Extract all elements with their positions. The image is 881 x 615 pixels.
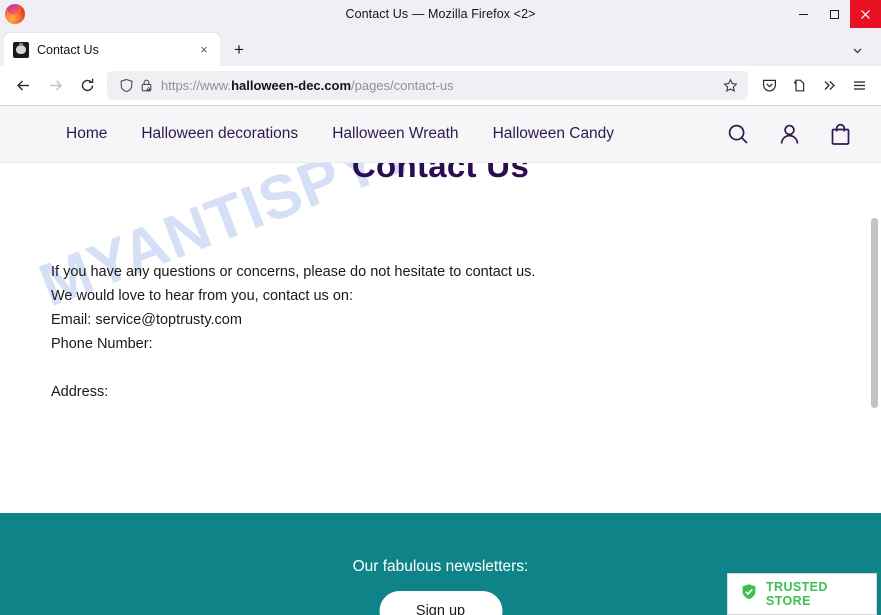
site-navigation-bar: Home Halloween decorations Halloween Wre…: [0, 106, 881, 163]
new-tab-button[interactable]: +: [224, 34, 254, 64]
firefox-logo-icon: [5, 4, 25, 24]
contact-email-line: Email: service@toptrusty.com: [51, 312, 242, 328]
overflow-double-chevron-right-icon[interactable]: [814, 71, 844, 101]
site-nav-links: Home Halloween decorations Halloween Wre…: [66, 125, 614, 143]
extensions-icon[interactable]: [784, 71, 814, 101]
contact-address-line: Address:: [51, 384, 109, 400]
green-shield-check-icon: [740, 583, 758, 606]
back-arrow-icon[interactable]: [7, 71, 39, 101]
browser-toolbar: https://www.halloween-dec.com/pages/cont…: [0, 66, 881, 106]
contact-phone-line: Phone Number:: [51, 336, 153, 352]
url-bar[interactable]: https://www.halloween-dec.com/pages/cont…: [107, 71, 748, 100]
site-nav-item-home[interactable]: Home: [66, 125, 107, 143]
url-scheme: https://www.: [161, 78, 232, 93]
site-nav-item-halloween-candy[interactable]: Halloween Candy: [493, 125, 615, 143]
page-scrollbar[interactable]: [867, 163, 881, 615]
site-nav-icons: [726, 122, 853, 147]
contact-details: If you have any questions or concerns, p…: [51, 260, 535, 404]
trusted-store-label: TRUSTED STORE: [766, 580, 828, 608]
search-icon[interactable]: [726, 122, 751, 147]
site-nav-item-halloween-wreath[interactable]: Halloween Wreath: [332, 125, 458, 143]
page-content: MYANTISPYWARE.COM Contact Us If you have…: [0, 163, 881, 615]
hamburger-menu-icon[interactable]: [844, 71, 874, 101]
firefox-window: Contact Us — Mozilla Firefox <2> Contact…: [0, 0, 881, 615]
contact-line: If you have any questions or concerns, p…: [51, 264, 536, 280]
pocket-save-icon[interactable]: [754, 71, 784, 101]
url-text[interactable]: https://www.halloween-dec.com/pages/cont…: [161, 78, 719, 93]
signup-button[interactable]: Sign up: [379, 591, 502, 615]
bookmark-star-icon[interactable]: [719, 78, 741, 93]
account-icon[interactable]: [777, 122, 802, 147]
site-nav-item-halloween-decorations[interactable]: Halloween decorations: [141, 125, 298, 143]
insecure-connection-lock-icon[interactable]: [136, 78, 156, 93]
halloween-site-favicon-icon: [13, 41, 29, 58]
maximize-button[interactable]: [819, 0, 850, 28]
url-path: /pages/contact-us: [351, 78, 454, 93]
window-title: Contact Us — Mozilla Firefox <2>: [345, 7, 536, 21]
tracking-protection-shield-icon[interactable]: [116, 78, 136, 93]
newsletter-title: Our fabulous newsletters:: [352, 558, 529, 575]
contact-line-spacer: [51, 356, 535, 380]
trusted-store-badge[interactable]: TRUSTED STORE: [727, 573, 877, 615]
browser-tab[interactable]: Contact Us ×: [4, 33, 220, 66]
tab-title: Contact Us: [37, 42, 99, 57]
tab-strip: Contact Us × +: [0, 28, 881, 66]
url-host: halloween-dec.com: [231, 78, 351, 93]
reload-icon[interactable]: [71, 71, 103, 101]
list-all-tabs-chevron-down-icon[interactable]: [845, 38, 869, 62]
contact-line: We would love to hear from you, contact …: [51, 288, 353, 304]
tab-close-icon[interactable]: ×: [194, 40, 214, 60]
window-titlebar: Contact Us — Mozilla Firefox <2>: [0, 0, 881, 28]
forward-arrow-icon: [39, 71, 71, 101]
page-viewport: Home Halloween decorations Halloween Wre…: [0, 106, 881, 615]
close-button[interactable]: [850, 0, 881, 28]
minimize-button[interactable]: [788, 0, 819, 28]
window-controls: [788, 0, 881, 28]
page-title: Contact Us: [351, 163, 530, 184]
page-scrollbar-thumb[interactable]: [871, 218, 878, 408]
cart-icon[interactable]: [828, 122, 853, 147]
